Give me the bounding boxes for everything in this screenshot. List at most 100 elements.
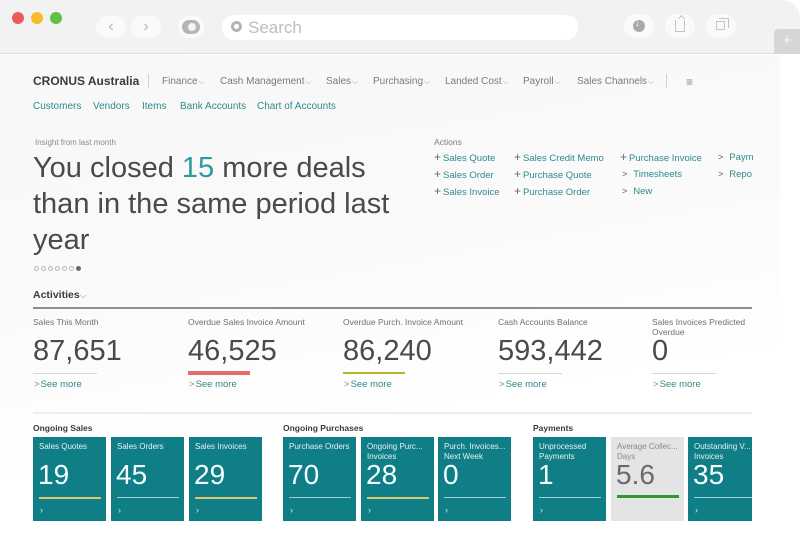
tile-ongoing-purchase-invoices[interactable]: Ongoing Purc... Invoices 28 › — [361, 437, 434, 521]
pager-dot[interactable] — [41, 266, 46, 271]
action-purchase-invoice[interactable]: + Purchase Invoice — [620, 150, 702, 164]
kpi-value[interactable]: 46,525 — [188, 335, 277, 368]
kpi-value[interactable]: 87,651 — [33, 335, 122, 368]
forward-button[interactable]: › — [131, 16, 161, 38]
tile-sales-invoices[interactable]: Sales Invoices 29 › — [189, 437, 262, 521]
menu-sales[interactable]: Sales⌵ — [326, 76, 358, 87]
divider — [33, 307, 752, 309]
menu-label: Payroll — [523, 76, 554, 87]
kpi-sales-this-month: Sales This Month 87,651 >See more — [33, 317, 183, 390]
chevron-right-icon: › — [695, 505, 698, 515]
tabs-icon — [716, 18, 729, 30]
share-button[interactable] — [665, 14, 695, 38]
action-sales-order[interactable]: + Sales Order — [434, 167, 494, 181]
tile-value: 29 — [194, 459, 226, 490]
action-purchase-quote[interactable]: + Purchase Quote — [514, 167, 592, 181]
link-items[interactable]: Items — [142, 101, 166, 112]
company-name[interactable]: CRONUS Australia — [33, 74, 139, 88]
headline-number: 15 — [181, 152, 215, 184]
action-reports[interactable]: > Repo — [718, 169, 752, 180]
action-timesheets[interactable]: > Timesheets — [622, 169, 682, 180]
tile-indicator — [694, 497, 752, 498]
tile-sales-orders[interactable]: Sales Orders 45 › — [111, 437, 184, 521]
menu-purchasing[interactable]: Purchasing⌵ — [373, 76, 430, 87]
new-tab-button[interactable]: + — [774, 29, 800, 54]
pager-dot[interactable] — [34, 266, 39, 271]
see-more-label: See more — [40, 379, 82, 390]
tile-value: 0 — [443, 459, 459, 490]
pager-dot[interactable] — [55, 266, 60, 271]
close-window-button[interactable] — [12, 12, 24, 24]
downloads-button[interactable] — [624, 14, 654, 38]
pager-dot[interactable] — [69, 266, 74, 271]
tile-label: Sales Invoices — [195, 442, 247, 451]
pager-dot-active[interactable] — [76, 266, 81, 271]
activities-header[interactable]: Activities⌵ — [33, 289, 87, 301]
sidebar-toggle-button[interactable] — [178, 16, 204, 38]
tile-value: 5.6 — [616, 459, 655, 490]
maximize-window-button[interactable] — [50, 12, 62, 24]
link-chart-of-accounts[interactable]: Chart of Accounts — [257, 101, 336, 112]
see-more-link[interactable]: >See more — [499, 379, 547, 390]
action-label: New — [633, 186, 653, 197]
download-icon — [633, 18, 645, 32]
action-sales-credit-memo[interactable]: + Sales Credit Memo — [514, 150, 604, 164]
kpi-value[interactable]: 593,442 — [498, 335, 603, 368]
chevron-down-icon: ⌵ — [648, 77, 655, 86]
action-label: Sales Credit Memo — [523, 153, 604, 164]
action-label: Sales Invoice — [443, 187, 500, 198]
tile-value: 45 — [116, 459, 148, 490]
group-title-ongoing-purchases: Ongoing Purchases — [283, 423, 364, 433]
pager-dot[interactable] — [62, 266, 67, 271]
menu-cash-management[interactable]: Cash Management⌵ — [220, 76, 312, 87]
menu-payroll[interactable]: Payroll⌵ — [523, 76, 561, 87]
tile-purchase-orders[interactable]: Purchase Orders 70 › — [283, 437, 356, 521]
link-bank-accounts[interactable]: Bank Accounts — [180, 101, 246, 112]
link-customers[interactable]: Customers — [33, 101, 81, 112]
link-vendors[interactable]: Vendors — [93, 101, 130, 112]
insight-pager — [34, 266, 81, 271]
address-search-bar[interactable]: Search — [222, 15, 578, 40]
action-payments[interactable]: > Paym — [718, 152, 754, 163]
tile-sales-quotes[interactable]: Sales Quotes 19 › — [33, 437, 106, 521]
hamburger-menu-icon[interactable]: ≡ — [686, 75, 693, 89]
kpi-sales-invoices-predicted-overdue: Sales Invoices Predicted Overdue 0 >See … — [652, 317, 762, 390]
pager-dot[interactable] — [48, 266, 53, 271]
menu-sales-channels[interactable]: Sales Channels⌵ — [577, 76, 654, 87]
back-button[interactable]: ‹ — [96, 16, 126, 38]
action-label: Repo — [729, 169, 752, 180]
minimize-window-button[interactable] — [31, 12, 43, 24]
kpi-value[interactable]: 86,240 — [343, 335, 432, 368]
chevron-right-icon: > — [653, 379, 659, 390]
see-more-link[interactable]: >See more — [189, 379, 237, 390]
action-sales-invoice[interactable]: + Sales Invoice — [434, 184, 500, 198]
action-new[interactable]: > New — [622, 186, 652, 197]
tabs-overview-button[interactable] — [706, 14, 736, 38]
tile-average-collection-days[interactable]: Average Collec... Days 5.6 — [611, 437, 684, 521]
tile-value: 28 — [366, 459, 398, 490]
action-purchase-order[interactable]: + Purchase Order — [514, 184, 590, 198]
see-more-link[interactable]: >See more — [653, 379, 701, 390]
tile-outstanding-vendor-invoices[interactable]: Outstanding V... Invoices 35 › — [688, 437, 752, 521]
menu-finance[interactable]: Finance⌵ — [162, 76, 205, 87]
tile-purch-invoices-next-week[interactable]: Purch. Invoices... Next Week 0 › — [438, 437, 511, 521]
tile-indicator — [539, 497, 601, 498]
menu-label: Landed Cost — [445, 76, 502, 87]
see-more-link[interactable]: >See more — [344, 379, 392, 390]
see-more-label: See more — [505, 379, 547, 390]
see-more-link[interactable]: >See more — [34, 379, 82, 390]
tile-label: Purchase Orders — [289, 442, 350, 451]
plus-icon: + — [782, 32, 792, 49]
chevron-right-icon: > — [499, 379, 505, 390]
menu-landed-cost[interactable]: Landed Cost⌵ — [445, 76, 509, 87]
kpi-value[interactable]: 0 — [652, 335, 668, 368]
plus-icon: + — [514, 150, 522, 164]
plus-icon: + — [514, 167, 522, 181]
plus-icon: + — [434, 167, 442, 181]
browser-window: ‹ › Search + CRONUS Australia Finance⌵ C… — [0, 0, 800, 540]
tile-label: Sales Orders — [117, 442, 164, 451]
action-sales-quote[interactable]: + Sales Quote — [434, 150, 495, 164]
action-label: Purchase Invoice — [629, 153, 702, 164]
tile-indicator-green — [617, 495, 679, 498]
tile-unprocessed-payments[interactable]: Unprocessed Payments 1 › — [533, 437, 606, 521]
